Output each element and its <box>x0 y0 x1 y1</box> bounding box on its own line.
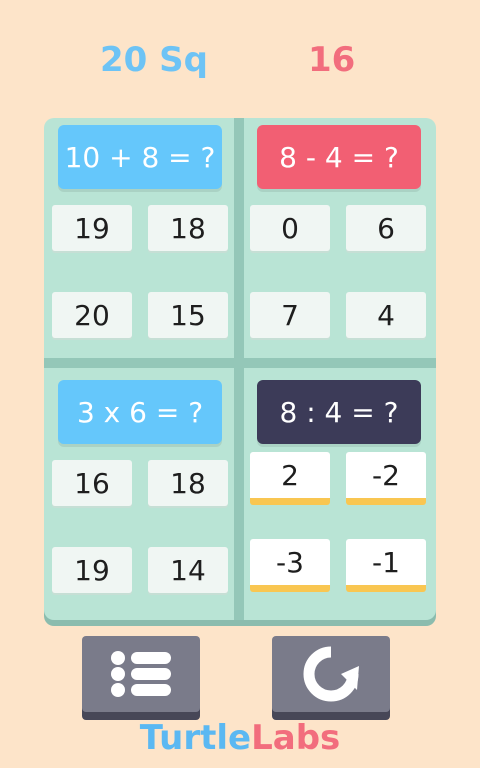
question-bottom-left: 3 x 6 = ? <box>58 380 222 444</box>
answer-button[interactable]: 15 <box>148 292 228 338</box>
menu-button[interactable] <box>82 636 200 712</box>
question-top-left: 10 + 8 = ? <box>58 125 222 189</box>
restart-button[interactable] <box>272 636 390 712</box>
board-divider-vertical <box>234 118 244 620</box>
answer-button[interactable]: 19 <box>52 547 132 593</box>
game-board: 10 + 8 = ? 19 18 20 15 8 - 4 = ? 0 6 7 4… <box>44 118 436 620</box>
brand-part-1: Turtle <box>139 718 252 758</box>
answer-button[interactable]: 4 <box>346 292 426 338</box>
answer-button[interactable]: 16 <box>52 460 132 506</box>
answer-button[interactable]: -2 <box>346 452 426 505</box>
answer-button[interactable]: 18 <box>148 460 228 506</box>
board-divider-horizontal <box>44 358 436 368</box>
answer-button[interactable]: 20 <box>52 292 132 338</box>
brand-logo: TurtleLabs <box>0 718 480 758</box>
blue-score: 20 Sq <box>100 40 208 80</box>
answer-button[interactable]: -1 <box>346 539 426 592</box>
question-bottom-right: 8 : 4 = ? <box>257 380 421 444</box>
answer-button[interactable]: 6 <box>346 205 426 251</box>
menu-list-icon <box>111 651 171 697</box>
question-top-right: 8 - 4 = ? <box>257 125 421 189</box>
answer-button[interactable]: -3 <box>250 539 330 592</box>
restart-icon <box>303 646 359 702</box>
red-score: 16 <box>308 40 356 80</box>
answer-button[interactable]: 7 <box>250 292 330 338</box>
answer-button[interactable]: 14 <box>148 547 228 593</box>
answer-button[interactable]: 0 <box>250 205 330 251</box>
brand-part-2: Labs <box>251 718 341 758</box>
answer-button[interactable]: 18 <box>148 205 228 251</box>
answer-button[interactable]: 2 <box>250 452 330 505</box>
answer-button[interactable]: 19 <box>52 205 132 251</box>
